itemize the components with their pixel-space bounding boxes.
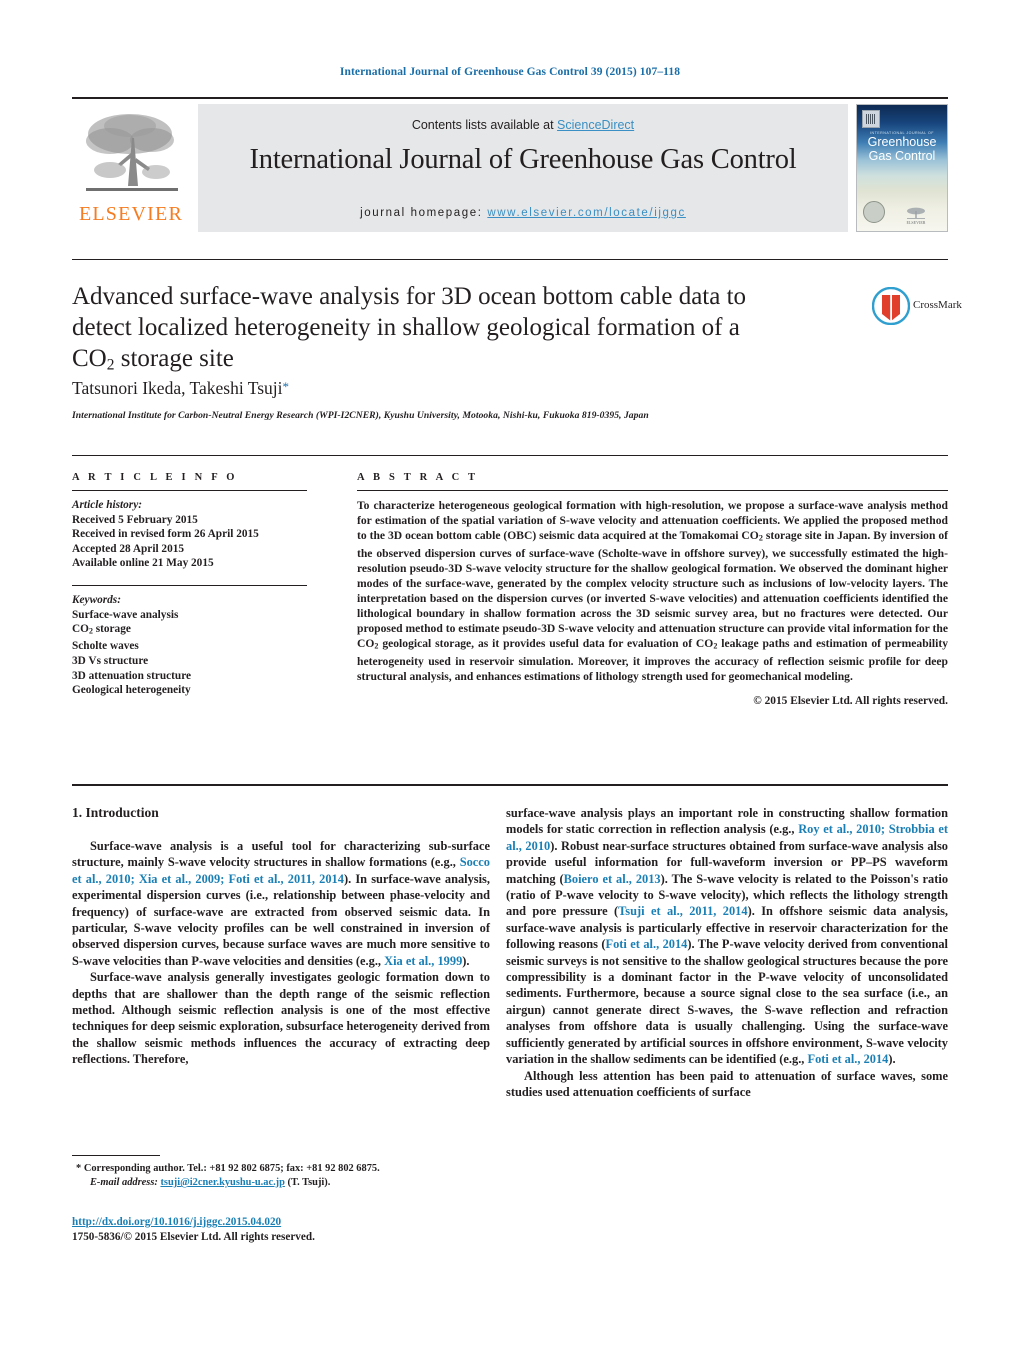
title-line-1: Advanced surface-wave analysis for 3D oc…	[72, 283, 747, 310]
keyword-item: Geological heterogeneity	[72, 684, 191, 697]
journal-masthead: ELSEVIER Contents lists available at Sci…	[72, 97, 948, 233]
history-item: Available online 21 May 2015	[72, 557, 214, 570]
article-history-label: Article history:	[72, 499, 142, 511]
crossmark-icon	[872, 287, 910, 325]
affiliation: International Institute for Carbon-Neutr…	[72, 410, 649, 421]
corresponding-author-marker: *	[282, 379, 290, 394]
history-item: Accepted 28 April 2015	[72, 542, 185, 555]
footnote-line-1: * Corresponding author. Tel.: +81 92 802…	[72, 1162, 490, 1176]
cover-title-line1: Greenhouse	[867, 135, 937, 149]
cover-tree-icon	[907, 207, 925, 219]
paragraph: Surface-wave analysis generally investig…	[72, 970, 490, 1067]
running-head: International Journal of Greenhouse Gas …	[339, 66, 681, 78]
crossmark-badge[interactable]: CrossMark	[872, 287, 962, 329]
paragraph: Surface-wave analysis is a useful tool f…	[72, 839, 490, 968]
author-names: Tatsunori Ikeda, Takeshi Tsuji	[72, 378, 283, 398]
elsevier-wordmark: ELSEVIER	[78, 203, 184, 225]
elsevier-logo: ELSEVIER	[72, 104, 190, 232]
email-link[interactable]: tsuji@i2cner.kyushu-u.ac.jp	[160, 1177, 284, 1188]
article-info-rule	[72, 490, 307, 491]
abstract-text: To characterize heterogeneous geological…	[357, 499, 949, 684]
keyword-item: CO2 storage	[72, 623, 131, 636]
article-info-column: A R T I C L E I N F O Article history: R…	[72, 472, 307, 698]
keyword-item: Scholte waves	[72, 640, 139, 653]
corresponding-author-footnote: * Corresponding author. Tel.: +81 92 802…	[72, 1162, 490, 1190]
crossmark-label: CrossMark	[913, 299, 962, 311]
article-history: Article history: Received 5 February 201…	[72, 498, 307, 571]
keyword-item: Surface-wave analysis	[72, 608, 179, 621]
abstract-rule	[357, 490, 948, 491]
history-item: Received in revised form 26 April 2015	[72, 528, 259, 541]
cover-elsevier-word: ELSEVIER	[906, 220, 926, 225]
title-line-2: detect localized heterogeneity in shallo…	[72, 314, 740, 341]
keyword-item: 3D Vs structure	[72, 654, 149, 667]
author-list: Tatsunori Ikeda, Takeshi Tsuji*	[72, 378, 289, 399]
contents-prefix: Contents lists available at	[411, 118, 558, 132]
keywords-list: Keywords: Surface-wave analysis CO2 stor…	[72, 593, 307, 698]
footnote-line-2: E-mail address: tsuji@i2cner.kyushu-u.ac…	[72, 1176, 490, 1190]
info-divider-top	[72, 455, 948, 456]
keyword-item: 3D attenuation structure	[72, 669, 192, 682]
article-info-heading: A R T I C L E I N F O	[72, 472, 238, 483]
paragraph: Although less attention has been paid to…	[506, 1068, 948, 1099]
copyright-line: © 2015 Elsevier Ltd. All rights reserved…	[753, 695, 948, 708]
email-label: E-mail address:	[90, 1177, 158, 1188]
abstract-column: A B S T R A C T To characterize heteroge…	[357, 472, 948, 707]
cover-publisher-mark: ELSEVIER	[889, 207, 943, 225]
contents-available-line: Contents lists available at ScienceDirec…	[198, 118, 848, 132]
elsevier-tree-icon	[86, 114, 178, 191]
body-column-right: surface-wave analysis plays an important…	[506, 805, 948, 1100]
journal-article-page: International Journal of Greenhouse Gas …	[0, 0, 1020, 1351]
footnote-corresponding-text: Corresponding author. Tel.: +81 92 802 6…	[83, 1163, 380, 1174]
email-suffix: (T. Tsuji).	[287, 1177, 331, 1188]
cover-publisher-badge-icon	[862, 110, 880, 128]
doi-link[interactable]: http://dx.doi.org/10.1016/j.ijggc.2015.0…	[72, 1216, 281, 1228]
issn-copyright-line: 1750-5836/© 2015 Elsevier Ltd. All right…	[72, 1231, 315, 1243]
title-divider	[72, 259, 948, 260]
journal-title: International Journal of Greenhouse Gas …	[249, 144, 797, 175]
section-heading-introduction: 1. Introduction	[72, 805, 159, 820]
footnote-marker: *	[76, 1163, 82, 1174]
journal-band: Contents lists available at ScienceDirec…	[198, 104, 848, 232]
title-line-3-post: storage site	[114, 345, 234, 372]
sciencedirect-link[interactable]: ScienceDirect	[557, 118, 634, 132]
page-footer: http://dx.doi.org/10.1016/j.ijggc.2015.0…	[72, 1215, 572, 1245]
body-column-left: 1. Introduction Surface-wave analysis is…	[72, 805, 490, 1068]
page-title: Advanced surface-wave analysis for 3D oc…	[72, 281, 862, 380]
abstract-heading: A B S T R A C T	[357, 472, 479, 483]
journal-cover-thumbnail: INTERNATIONAL JOURNAL OF Greenhouse Gas …	[856, 104, 948, 232]
history-item: Received 5 February 2015	[72, 513, 198, 526]
title-line-3-pre: CO	[72, 345, 107, 372]
journal-homepage-line: journal homepage: www.elsevier.com/locat…	[198, 207, 848, 219]
homepage-label: journal homepage:	[360, 207, 488, 219]
cover-seal-icon	[863, 201, 885, 223]
footnote-divider	[72, 1155, 160, 1156]
keywords-label: Keywords:	[72, 593, 121, 606]
cover-title-line2: Gas Control	[868, 148, 936, 163]
info-divider-bottom	[72, 784, 948, 786]
keywords-rule	[72, 584, 307, 586]
paragraph: surface-wave analysis plays an important…	[506, 806, 949, 1067]
cover-title: Greenhouse Gas Control	[857, 135, 947, 163]
journal-homepage-link[interactable]: www.elsevier.com/locate/ijggc	[487, 207, 686, 219]
